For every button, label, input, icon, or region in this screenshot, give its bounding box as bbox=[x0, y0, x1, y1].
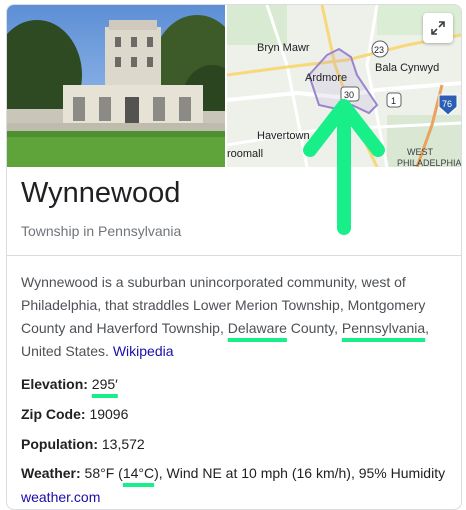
divider bbox=[7, 255, 461, 256]
fact-population: Population: 13,572 bbox=[21, 436, 145, 452]
expand-map-button[interactable] bbox=[423, 13, 453, 43]
wikipedia-link[interactable]: Wikipedia bbox=[113, 343, 174, 359]
weather-post: ), Wind NE at 10 mph (16 km/h), 95% Humi… bbox=[154, 465, 446, 481]
delaware-text: Delaware bbox=[227, 320, 287, 336]
description-text-2: County, bbox=[286, 320, 342, 336]
weather-celsius: 14°C bbox=[122, 465, 155, 481]
fact-weather: Weather: 58°F (14°C), Wind NE at 10 mph … bbox=[21, 465, 445, 481]
mansion-photo-image bbox=[7, 5, 225, 167]
pennsylvania-text: Pennsylvania bbox=[341, 320, 426, 336]
weather-label: Weather: bbox=[21, 465, 81, 481]
place-title: Wynnewood bbox=[21, 177, 181, 209]
expand-icon bbox=[431, 21, 445, 35]
svg-text:23: 23 bbox=[374, 45, 384, 55]
map-label-bala-cynwyd: Bala Cynwyd bbox=[375, 62, 439, 74]
population-value: 13,572 bbox=[101, 436, 145, 452]
map-label-west: WEST bbox=[407, 147, 434, 157]
route-30-shield-icon: 30 bbox=[340, 86, 360, 102]
fact-zip-code: Zip Code: 19096 bbox=[21, 406, 128, 422]
svg-text:1: 1 bbox=[391, 96, 396, 106]
map-label-philadelphia: PHILADELPHIA bbox=[397, 158, 461, 167]
map-label-bryn-mawr: Bryn Mawr bbox=[257, 42, 310, 54]
weather-source-link[interactable]: weather.com bbox=[21, 489, 100, 505]
fact-elevation: Elevation: 295′ bbox=[21, 376, 118, 392]
map-label-havertown: Havertown bbox=[257, 130, 310, 142]
route-1-shield-icon: 1 bbox=[386, 92, 402, 108]
zip-label: Zip Code: bbox=[21, 406, 86, 422]
elevation-label: Elevation: bbox=[21, 376, 88, 392]
route-23-shield-icon: 23 bbox=[371, 40, 389, 58]
map-label-ardmore: Ardmore bbox=[305, 72, 347, 84]
elevation-value: 295′ bbox=[91, 376, 118, 392]
population-label: Population: bbox=[21, 436, 98, 452]
hero-images: Bryn Mawr Ardmore Bala Cynwyd Havertown … bbox=[7, 5, 461, 167]
map-thumbnail[interactable]: Bryn Mawr Ardmore Bala Cynwyd Havertown … bbox=[227, 5, 461, 167]
place-subtitle: Township in Pennsylvania bbox=[21, 223, 182, 239]
place-photo[interactable] bbox=[7, 5, 225, 167]
svg-text:30: 30 bbox=[344, 90, 354, 100]
map-label-roomall: roomall bbox=[227, 148, 263, 160]
weather-pre: 58°F ( bbox=[84, 465, 123, 481]
knowledge-panel: Bryn Mawr Ardmore Bala Cynwyd Havertown … bbox=[6, 4, 462, 510]
zip-value: 19096 bbox=[89, 406, 129, 422]
place-description: Wynnewood is a suburban unincorporated c… bbox=[21, 271, 441, 363]
svg-text:76: 76 bbox=[442, 99, 452, 109]
